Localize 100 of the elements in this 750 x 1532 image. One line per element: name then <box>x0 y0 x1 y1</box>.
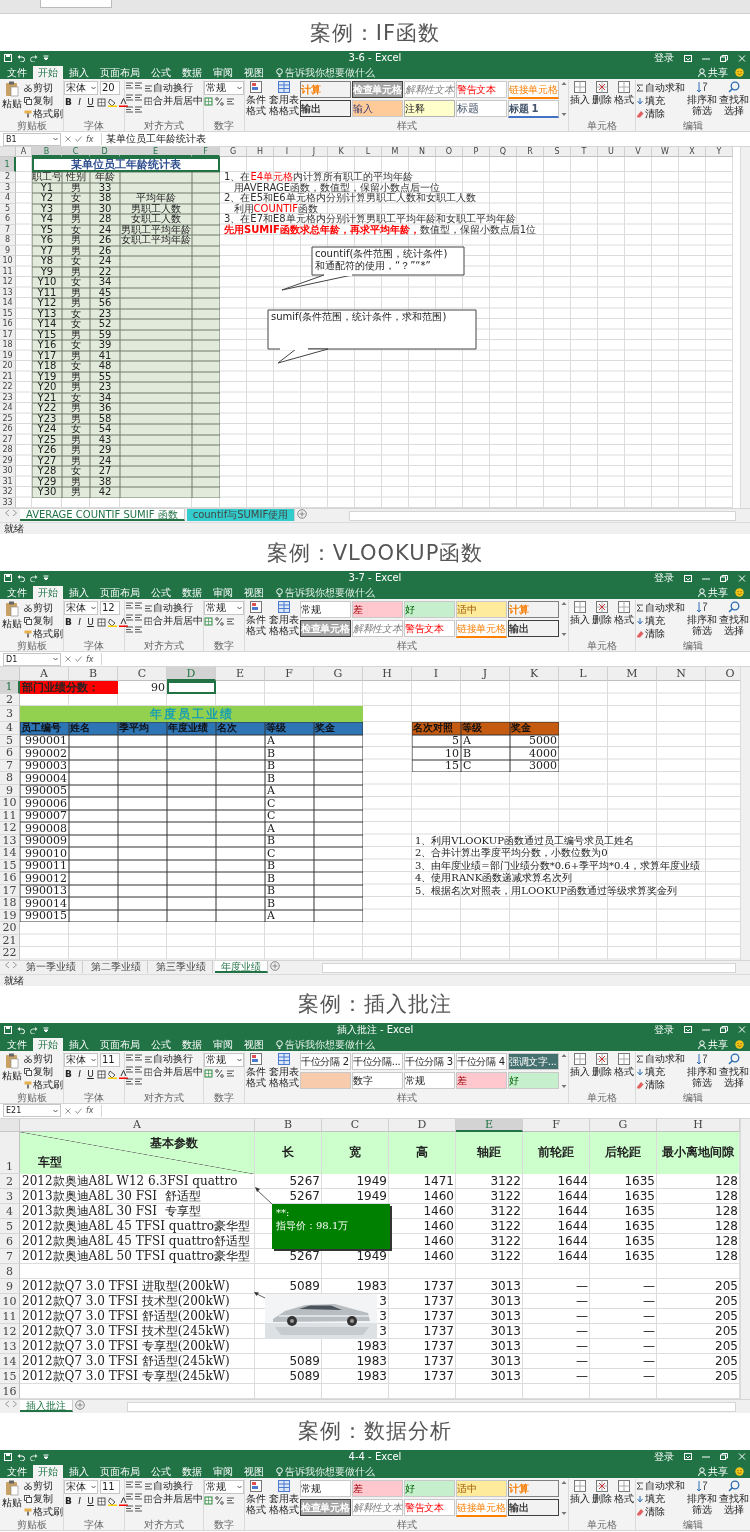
horizontal-scrollbar[interactable] <box>322 962 736 973</box>
cells-button[interactable]: 格式 <box>613 1052 635 1077</box>
ribbon-tab[interactable]: 视图 <box>239 1464 269 1478</box>
conditional-format-button[interactable]: 条件格式 <box>245 1479 267 1515</box>
number-format-field[interactable]: 常规 <box>204 1479 244 1494</box>
formula-field[interactable]: 某单位员工年龄统计表 <box>100 133 747 145</box>
row-header[interactable]: 3 <box>0 182 16 193</box>
paste-button[interactable]: 粘贴 <box>1 1052 23 1081</box>
ribbon-tab[interactable]: 审阅 <box>208 586 238 599</box>
row-header[interactable]: 1 <box>0 1131 20 1174</box>
row-header[interactable]: 31 <box>0 476 16 487</box>
font-name-field[interactable]: 宋体 <box>64 601 98 615</box>
cell-style[interactable]: 输入 <box>352 100 403 117</box>
font-name-field[interactable]: 宋体 <box>64 81 98 95</box>
row-header[interactable]: 9 <box>0 245 16 256</box>
cells-button[interactable]: 删除 <box>591 1052 613 1077</box>
ribbon-tab[interactable]: 开始 <box>33 1464 63 1478</box>
vertical-scrollbar[interactable] <box>740 147 750 508</box>
column-header[interactable]: L <box>559 667 608 681</box>
column-header[interactable]: B <box>69 667 118 681</box>
format-button[interactable]: U <box>86 617 95 628</box>
horizontal-scrollbar[interactable] <box>127 1401 736 1412</box>
row-header[interactable]: 6 <box>0 747 20 760</box>
column-header[interactable]: D <box>90 147 120 157</box>
editing-button[interactable]: 清除 <box>636 107 685 120</box>
select-all-button[interactable] <box>0 667 20 681</box>
column-header[interactable]: O <box>436 147 463 157</box>
cells-button[interactable]: 删除 <box>591 1479 613 1504</box>
font-size-field[interactable]: 11 <box>100 1052 120 1067</box>
editing-button[interactable]: 自动求和 <box>636 601 685 614</box>
ribbon-tab[interactable]: 公式 <box>146 1037 176 1051</box>
paste-button[interactable]: 粘贴 <box>1 81 23 109</box>
share-button[interactable]: 共享 <box>698 586 728 599</box>
row-header[interactable]: 25 <box>0 413 16 424</box>
row-header[interactable]: 4 <box>0 722 20 735</box>
column-header[interactable]: O <box>706 667 740 681</box>
column-header[interactable]: H <box>247 147 274 157</box>
row-header[interactable]: 14 <box>0 298 16 309</box>
column-header[interactable]: V <box>625 147 652 157</box>
ribbon-tab[interactable]: 公式 <box>146 1464 176 1478</box>
cell-style[interactable]: 警告文本 <box>456 81 507 98</box>
row-header[interactable]: 4 <box>0 193 16 204</box>
ribbon-tab[interactable]: 审阅 <box>208 1037 238 1051</box>
ribbon-tab[interactable]: 视图 <box>239 1037 269 1051</box>
column-header[interactable]: T <box>571 147 598 157</box>
clipboard-button[interactable]: 剪切 <box>24 1052 63 1066</box>
cell-style[interactable]: 输出 <box>508 1498 559 1516</box>
format-button[interactable]: B <box>64 1068 73 1080</box>
ribbon-tab[interactable]: 插入 <box>64 586 94 599</box>
clipboard-button[interactable]: 复制 <box>24 1065 63 1079</box>
font-size-field[interactable]: 20 <box>100 81 120 95</box>
cell-style[interactable]: 输出 <box>300 100 351 117</box>
sort-filter-button[interactable]: 排序和筛选 <box>686 1052 717 1088</box>
font-name-field[interactable]: 宋体 <box>64 1052 98 1067</box>
ribbon-tab[interactable]: 页面布局 <box>95 66 145 79</box>
alignment-button[interactable]: 自动换行 <box>144 1479 203 1493</box>
sheet-tab[interactable]: countif与SUMIF使用 <box>186 509 296 521</box>
column-header[interactable]: N <box>657 667 706 681</box>
tell-me-field[interactable]: 告诉我你想要做什么 <box>276 586 375 599</box>
cell-style[interactable]: 差 <box>456 1071 507 1089</box>
column-header[interactable]: G <box>314 667 363 681</box>
cell-style[interactable]: 解释性文本 <box>404 81 455 98</box>
row-header[interactable]: 12 <box>0 822 20 835</box>
format-button[interactable]: I <box>75 1495 84 1507</box>
column-header[interactable]: M <box>608 667 657 681</box>
alignment-button[interactable]: 自动换行 <box>144 601 203 614</box>
cell-style[interactable]: 解释性文本 <box>352 1498 403 1516</box>
cell-style[interactable]: 千位分隔... <box>352 1052 403 1070</box>
cells-button[interactable]: 插入 <box>569 1479 591 1504</box>
column-header[interactable]: Y <box>706 147 733 157</box>
row-header[interactable]: 5 <box>0 203 16 214</box>
column-header[interactable]: K <box>328 147 355 157</box>
row-header[interactable]: 26 <box>0 424 16 435</box>
sheet-tab[interactable] <box>40 0 112 8</box>
conditional-format-button[interactable]: 条件格式 <box>245 1052 267 1088</box>
cell-style[interactable]: 警告文本 <box>404 1498 455 1516</box>
number-format-field[interactable]: 常规 <box>204 601 244 615</box>
format-button[interactable]: U <box>86 97 95 108</box>
cells-button[interactable]: 插入 <box>569 1052 591 1077</box>
column-header[interactable]: N <box>409 147 436 157</box>
cells-button[interactable]: 删除 <box>591 81 613 105</box>
row-header[interactable]: 24 <box>0 403 16 414</box>
column-header[interactable]: E <box>120 147 192 157</box>
ribbon-tab[interactable]: 视图 <box>239 66 269 79</box>
column-header[interactable]: Q <box>490 147 517 157</box>
paste-button[interactable]: 粘贴 <box>1 601 23 629</box>
sign-in-link[interactable]: 登录 <box>654 52 674 64</box>
cell-style[interactable]: 强调文字... <box>508 1052 559 1070</box>
row-header[interactable]: 29 <box>0 455 16 466</box>
ribbon-tab[interactable]: 插入 <box>64 1037 94 1051</box>
cell-style[interactable]: 千位分隔 3 <box>404 1052 455 1070</box>
column-header[interactable]: I <box>274 147 301 157</box>
format-button[interactable]: B <box>64 1495 73 1507</box>
sheet-tab[interactable]: 插入批注 <box>20 1399 73 1412</box>
format-button[interactable]: U <box>86 1068 95 1080</box>
row-header[interactable]: 1 <box>0 681 20 694</box>
cell-style[interactable]: 警告文本 <box>404 620 455 637</box>
editing-button[interactable]: 填充 <box>636 94 685 107</box>
row-header[interactable]: 32 <box>0 487 16 498</box>
editing-button[interactable]: 填充 <box>636 1492 685 1506</box>
